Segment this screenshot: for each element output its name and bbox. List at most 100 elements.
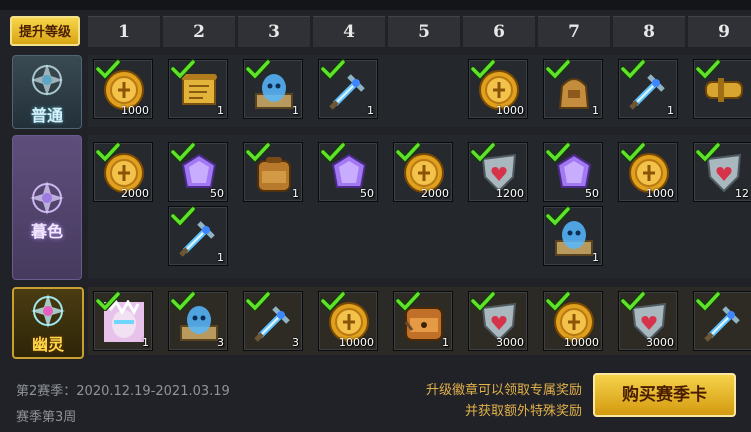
reward-hint-line-2: 并获取额外特殊奖励 <box>464 404 582 419</box>
item-quantity: 2000 <box>421 187 449 200</box>
check-icon <box>621 59 645 79</box>
check-icon <box>171 142 195 162</box>
item-quantity: 1 <box>292 187 299 200</box>
item-quantity: 1000 <box>646 187 674 200</box>
check-icon <box>171 291 195 311</box>
reward-slot[interactable]: 2000 <box>393 142 453 202</box>
season-week: 赛季第3周 <box>16 410 77 425</box>
check-icon <box>321 59 345 79</box>
check-icon <box>96 142 120 162</box>
item-quantity: 1 <box>217 251 224 264</box>
check-icon <box>546 142 570 162</box>
reward-slot[interactable]: 2000 <box>93 142 153 202</box>
column-header: 8 <box>613 16 685 47</box>
item-quantity: 3000 <box>496 336 524 349</box>
reward-slot[interactable]: 50 <box>543 142 603 202</box>
reward-slot[interactable]: 1 <box>93 291 153 351</box>
check-icon <box>621 142 645 162</box>
item-quantity: 10000 <box>564 336 599 349</box>
check-icon <box>396 142 420 162</box>
item-quantity: 1000 <box>496 104 524 117</box>
normal-rank-emblem-icon <box>31 64 63 96</box>
check-icon <box>471 291 495 311</box>
item-quantity: 1 <box>592 104 599 117</box>
reward-slot[interactable]: 1000 <box>93 59 153 119</box>
reward-hint-line-1: 升级徽章可以领取专属奖励 <box>425 383 582 398</box>
item-quantity: 2000 <box>121 187 149 200</box>
item-quantity: 1 <box>217 104 224 117</box>
reward-slot[interactable]: 1 <box>168 206 228 266</box>
check-icon <box>321 142 345 162</box>
column-header: 7 <box>538 16 610 47</box>
item-quantity: 3 <box>217 336 224 349</box>
season-pass-panel: 提升等级 123456789 普通 暮色 幽灵 1000 1 1 1 1000 1 1 200… <box>0 0 751 432</box>
rank-panel-twilight: 暮色 <box>12 135 82 280</box>
check-icon <box>471 59 495 79</box>
reward-slot[interactable]: 1 <box>543 206 603 266</box>
check-icon <box>696 291 720 311</box>
ghost-rank-emblem-icon <box>31 294 65 328</box>
reward-slot[interactable]: 1 <box>243 142 303 202</box>
reward-slot[interactable]: 1000 <box>618 142 678 202</box>
check-icon <box>546 206 570 226</box>
reward-slot[interactable]: 1 <box>243 59 303 119</box>
item-quantity: 1 <box>667 104 674 117</box>
check-icon <box>171 206 195 226</box>
item-quantity: 12 <box>735 187 749 200</box>
reward-slot[interactable]: 50 <box>168 142 228 202</box>
column-header: 4 <box>313 16 385 47</box>
item-quantity: 50 <box>360 187 374 200</box>
season-dates: 第2赛季：2020.12.19-2021.03.19 <box>16 384 230 399</box>
item-quantity: 3000 <box>646 336 674 349</box>
item-quantity: 1 <box>592 251 599 264</box>
item-quantity: 3 <box>292 336 299 349</box>
reward-slot[interactable]: 10000 <box>543 291 603 351</box>
column-header: 1 <box>88 16 160 47</box>
reward-slot[interactable]: 1 <box>168 59 228 119</box>
check-icon <box>321 291 345 311</box>
check-icon <box>621 291 645 311</box>
column-header: 6 <box>463 16 535 47</box>
reward-slot[interactable]: 10000 <box>318 291 378 351</box>
reward-slot[interactable]: 3 <box>168 291 228 351</box>
reward-slot[interactable]: 3000 <box>468 291 528 351</box>
check-icon <box>396 291 420 311</box>
item-quantity: 1 <box>367 104 374 117</box>
rank-label-normal: 普通 <box>30 106 63 125</box>
buy-season-card-button[interactable]: 购买赛季卡 <box>593 373 736 417</box>
reward-slot[interactable]: 1 <box>543 59 603 119</box>
reward-slot[interactable]: 1000 <box>468 59 528 119</box>
check-icon <box>246 142 270 162</box>
reward-slot[interactable] <box>693 291 751 351</box>
reward-slot[interactable]: 12 <box>693 142 751 202</box>
rank-panel-normal: 普通 <box>12 55 82 129</box>
reward-slot[interactable]: 1200 <box>468 142 528 202</box>
check-icon <box>246 291 270 311</box>
rank-label-twilight: 暮色 <box>30 222 63 241</box>
reward-slot[interactable]: 50 <box>318 142 378 202</box>
upgrade-level-label[interactable]: 提升等级 <box>10 16 80 46</box>
item-quantity: 1200 <box>496 187 524 200</box>
reward-slot[interactable]: 3 <box>243 291 303 351</box>
reward-slot[interactable] <box>693 59 751 119</box>
top-border <box>0 0 751 10</box>
column-header: 2 <box>163 16 235 47</box>
check-icon <box>546 59 570 79</box>
check-icon <box>546 291 570 311</box>
check-icon <box>96 291 120 311</box>
reward-slot[interactable]: 1 <box>318 59 378 119</box>
check-icon <box>471 142 495 162</box>
item-quantity: 50 <box>210 187 224 200</box>
item-quantity: 10000 <box>339 336 374 349</box>
rank-label-ghost: 幽灵 <box>31 335 64 354</box>
check-icon <box>96 59 120 79</box>
item-quantity: 1 <box>142 336 149 349</box>
reward-slot[interactable]: 3000 <box>618 291 678 351</box>
reward-slot[interactable]: 1 <box>393 291 453 351</box>
item-quantity: 50 <box>585 187 599 200</box>
column-header: 9 <box>688 16 751 47</box>
item-quantity: 1 <box>292 104 299 117</box>
check-icon <box>246 59 270 79</box>
column-header: 3 <box>238 16 310 47</box>
reward-slot[interactable]: 1 <box>618 59 678 119</box>
